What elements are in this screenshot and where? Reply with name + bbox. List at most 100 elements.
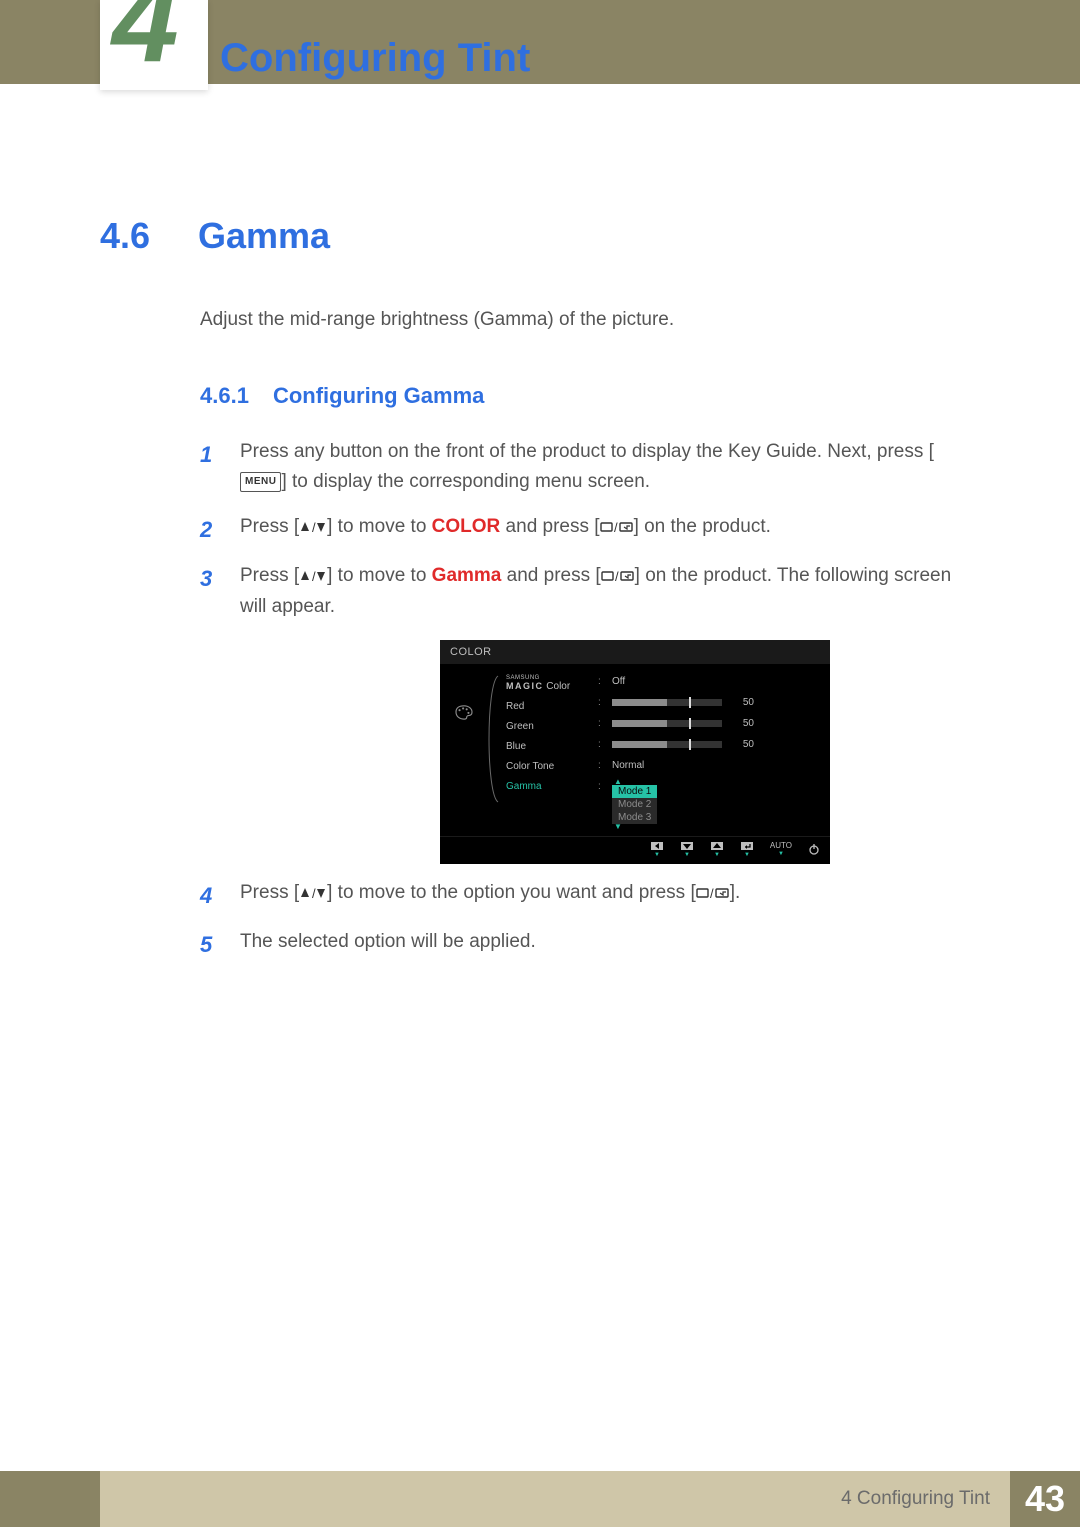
section-header: 4.6 Gamma [100,215,970,257]
osd-value-gamma: : ▲ Mode 1 Mode 2 Mode 3 ▼ [598,781,820,830]
colon: : [598,739,604,750]
colon: : [598,697,604,708]
chapter-number-bg: 4 [112,0,173,80]
step-number: 1 [200,437,222,498]
gamma-options: ▲ Mode 1 Mode 2 Mode 3 ▼ [612,779,657,830]
osd-nav-back-icon: ▼ [650,841,664,858]
step-5: 5 The selected option will be applied. [200,927,970,962]
text: Press [ [240,882,299,903]
osd-value-red: : 50 [598,697,820,709]
text: ] to move to the option you want and pre… [327,882,696,903]
chapter-title: Configuring Tint [220,36,530,81]
osd-value-blue: : 50 [598,739,820,751]
osd-nav-auto: AUTO▼ [770,841,792,857]
page-footer: 4 Configuring Tint 43 [0,1471,1080,1527]
slider [612,699,722,706]
palette-icon [453,704,475,720]
step-number: 3 [200,561,222,622]
osd-value-color-tone: : Normal [598,760,820,772]
colon: : [598,676,604,687]
step-2: 2 Press [/] to move to COLOR and press [… [200,512,970,547]
value: 50 [730,718,754,729]
chapter-badge: 4 [100,0,208,90]
subsection-header: 4.6.1 Configuring Gamma [200,383,970,409]
step-body: Press any button on the front of the pro… [240,437,970,498]
value: 50 [730,697,754,708]
up-down-key-icon: / [299,561,327,591]
text: ] to move to [327,565,432,586]
osd-item-gamma: Gamma [506,781,588,792]
osd-nav-power-icon [808,843,820,855]
section-number: 4.6 [100,215,170,257]
section-title: Gamma [198,215,330,257]
step-body: Press [ / ] to move to the option you want… [240,878,970,913]
osd-left [450,676,478,830]
svg-text:/: / [312,569,316,583]
magic-color-label: Color [546,681,570,692]
colon: : [598,781,604,792]
text: ] to display the corresponding menu scre… [281,471,650,492]
content: 4.6 Gamma Adjust the mid-range brightnes… [100,215,970,976]
source-enter-key-icon: / [601,561,635,591]
magic-label: MAGIC [506,681,544,691]
slider [612,720,722,727]
text: ] to move to [327,516,432,537]
section-description: Adjust the mid-range brightness (Gamma) … [200,309,970,331]
up-down-key-icon: / [299,512,327,542]
svg-text:/: / [312,520,316,534]
step-number: 5 [200,927,222,962]
osd-menu-labels: SAMSUNG MAGIC Color Red Green Blue Color… [488,676,588,830]
osd-item-red: Red [506,701,588,712]
text: Press [ [240,565,299,586]
svg-text:/: / [615,569,619,583]
colon: : [598,760,604,771]
osd-screenshot: COLOR SAMSUNG MAGIC Color Red [440,640,830,864]
osd-values: : Off : 50 : 50 [598,676,820,830]
osd-item-magic-color: SAMSUNG MAGIC Color [506,676,588,692]
footer-crumb: 4 Configuring Tint [841,1488,990,1510]
source-enter-key-icon: / [600,512,634,542]
osd-item-blue: Blue [506,741,588,752]
step-1: 1 Press any button on the front of the p… [200,437,970,498]
text: ]. [730,882,741,903]
step-3: 3 Press [ / ] to move to Gamma and press [… [200,561,970,622]
down-arrow-icon: ▼ [612,824,657,830]
footer-crumb-prefix: 4 [841,1488,857,1509]
step-body: The selected option will be applied. [240,927,970,962]
gamma-option-mode1: Mode 1 [612,785,657,798]
value: Normal [612,760,644,771]
menu-key-icon: MENU [240,472,281,492]
osd: COLOR SAMSUNG MAGIC Color Red [440,640,830,864]
value: 50 [730,739,754,750]
text: and press [ [501,565,600,586]
step-body: Press [/] to move to COLOR and press [/]… [240,512,970,547]
svg-text:/: / [614,520,618,534]
osd-nav-down-icon: ▼ [680,841,694,858]
subsection-number: 4.6.1 [200,383,249,409]
source-enter-key-icon: / [696,878,730,908]
osd-item-color-tone: Color Tone [506,761,588,772]
osd-footer: ▼ ▼ ▼ ▼ AUTO▼ [440,836,830,864]
keyword-color: COLOR [432,516,501,537]
osd-title: COLOR [440,640,830,664]
up-down-key-icon: / [299,878,327,908]
osd-value-magic-color: : Off [598,676,820,688]
osd-value-green: : 50 [598,718,820,730]
step-body: Press [/] to move to Gamma and press [/]… [240,561,970,622]
steps: 1 Press any button on the front of the p… [200,437,970,962]
svg-text:/: / [312,886,316,900]
osd-item-green: Green [506,721,588,732]
keyword-gamma: Gamma [432,565,502,586]
slider [612,741,722,748]
page-number: 43 [1025,1478,1065,1520]
footer-left-strip [0,1471,100,1527]
colon: : [598,718,604,729]
value: Off [612,676,625,687]
text: ] on the product. [634,516,771,537]
subsection-title: Configuring Gamma [273,383,484,409]
footer-crumb-text: Configuring Tint [857,1488,990,1509]
step-number: 4 [200,878,222,913]
svg-text:/: / [710,886,714,900]
text: Press any button on the front of the pro… [240,441,934,462]
text: and press [ [500,516,599,537]
